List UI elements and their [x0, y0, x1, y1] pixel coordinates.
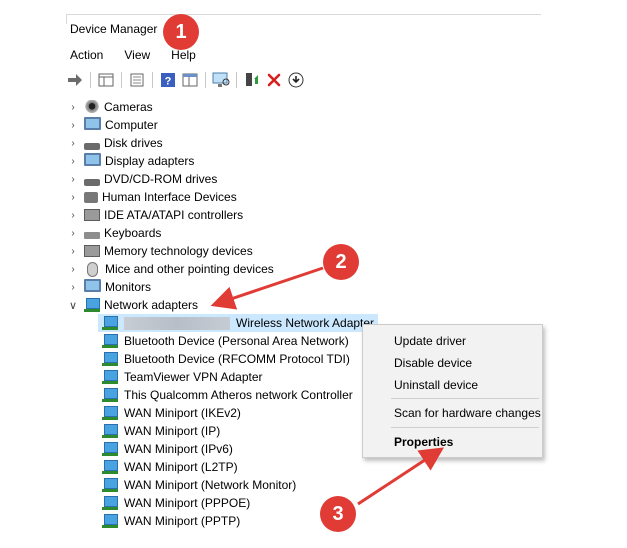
arrow-to-properties: [357, 447, 445, 506]
step-badge-1: 1: [163, 14, 199, 50]
step-badge-2: 2: [323, 244, 359, 280]
arrow-to-network-adapters: [210, 266, 324, 310]
annotation-arrows: [210, 266, 445, 506]
step-badge-3: 3: [320, 496, 356, 532]
